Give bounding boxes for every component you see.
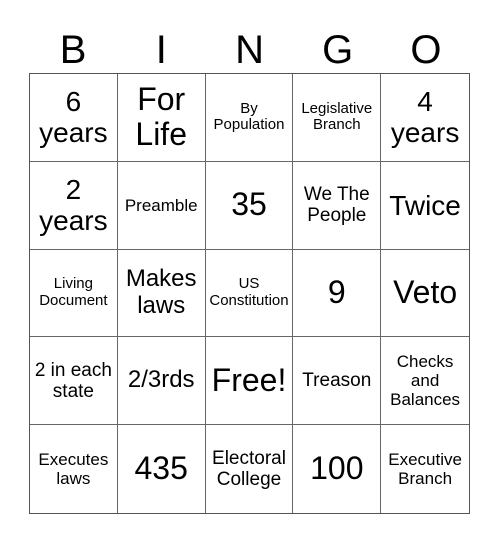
header-letter-n: N xyxy=(235,28,264,72)
bingo-card-grid: 6 years For Life By Population Legislative … xyxy=(29,73,470,514)
bingo-cell[interactable]: Free! xyxy=(205,337,294,426)
bingo-cell[interactable]: 35 xyxy=(205,161,294,250)
bingo-header: B I N G O xyxy=(29,28,470,72)
bingo-cell[interactable]: 2/3rds xyxy=(117,337,206,426)
header-letter-o: O xyxy=(410,28,442,72)
bingo-cell[interactable]: Twice xyxy=(381,162,469,250)
bingo-cell[interactable]: Checks and Balances xyxy=(381,337,469,426)
bingo-cell[interactable]: For Life xyxy=(117,74,206,162)
bingo-cell[interactable]: Living Document xyxy=(30,249,118,338)
bingo-cell[interactable]: US Constitution xyxy=(205,249,294,338)
bingo-cell[interactable]: 2 in each state xyxy=(30,337,118,426)
header-letter-g: G xyxy=(322,28,354,72)
bingo-cell[interactable]: 435 xyxy=(118,425,206,513)
bingo-cell[interactable]: 6 years xyxy=(30,74,118,162)
bingo-cell[interactable]: Electoral College xyxy=(206,425,294,513)
bingo-cell[interactable]: 100 xyxy=(293,425,382,513)
bingo-cell[interactable]: Executive Branch xyxy=(381,425,469,513)
bingo-cell[interactable]: Veto xyxy=(381,250,469,338)
bingo-cell[interactable]: 4 years xyxy=(381,74,469,162)
bingo-cell[interactable]: Makes laws xyxy=(117,249,206,338)
bingo-cell[interactable]: 2 years xyxy=(30,161,118,250)
bingo-cell[interactable]: Executes laws xyxy=(30,425,118,513)
header-letter-b: B xyxy=(59,28,87,72)
header-letter-i: I xyxy=(155,28,167,72)
bingo-cell[interactable]: We The People xyxy=(293,161,382,250)
bingo-cell[interactable]: Preamble xyxy=(117,161,206,250)
bingo-cell[interactable]: 9 xyxy=(293,249,382,338)
bingo-cell[interactable]: By Population xyxy=(205,74,294,162)
bingo-cell[interactable]: Legislative Branch xyxy=(293,74,382,162)
bingo-cell[interactable]: Treason xyxy=(293,337,382,426)
